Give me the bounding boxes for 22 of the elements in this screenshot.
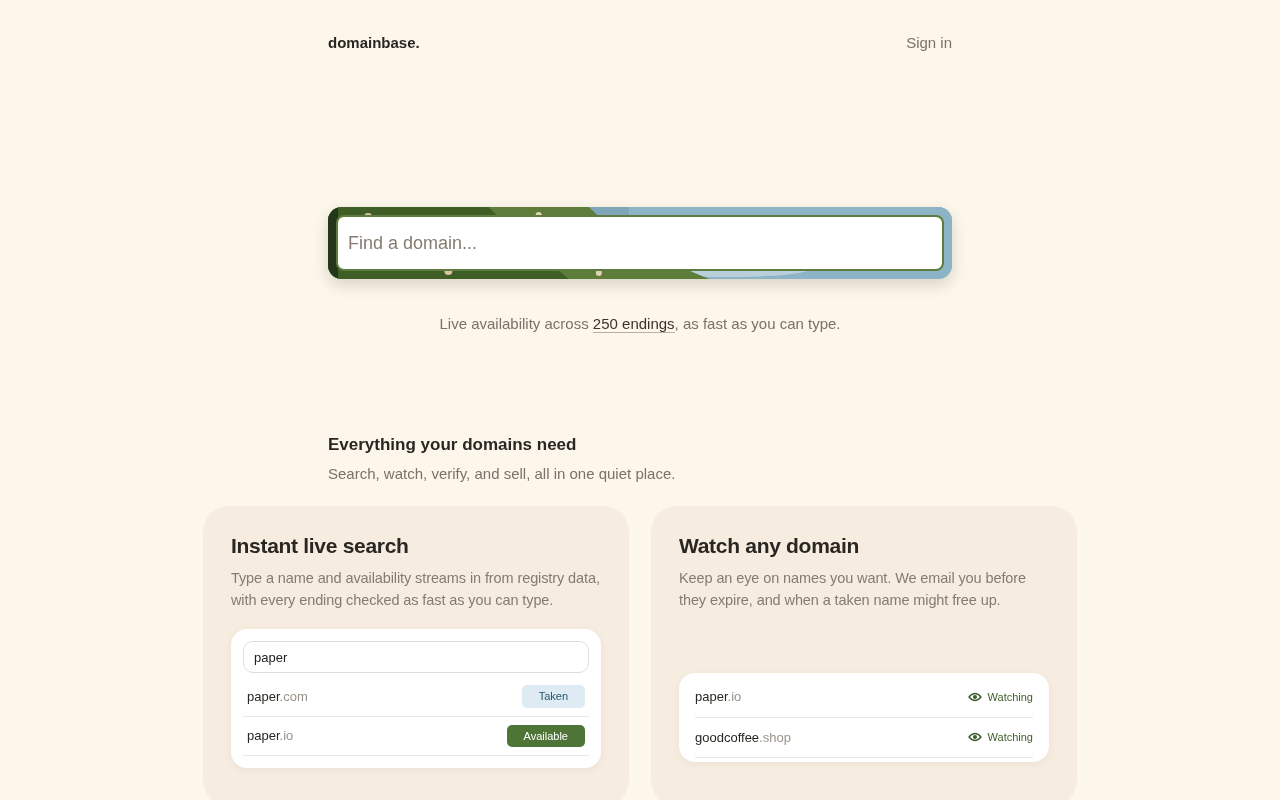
section-title: Everything your domains need xyxy=(328,433,578,456)
domain-name: goodcoffee.shop xyxy=(695,728,791,747)
domain-name: paper.com xyxy=(247,687,308,706)
query-field[interactable]: paper xyxy=(243,641,589,673)
endings-link[interactable]: 250 endings xyxy=(592,315,675,333)
eye-icon xyxy=(967,732,982,743)
card-title: Watch any domain xyxy=(679,532,860,559)
available-badge: Available xyxy=(506,724,585,747)
card-description: Keep an eye on names you want. We email you before they expire, and when a taken name might free up. xyxy=(679,569,1027,610)
domain-name: paper.io xyxy=(695,688,742,706)
domain-name: paper.io xyxy=(247,727,294,745)
eye-icon xyxy=(967,691,982,702)
card-description: Type a name and availability streams in from registry data, with every ending checked as fast as you can type. xyxy=(231,569,601,610)
taken-badge: Taken xyxy=(521,685,585,708)
watching-status: Watching xyxy=(987,689,1033,705)
card-title: Instant live search xyxy=(231,532,410,559)
watching-status: Watching xyxy=(987,730,1033,745)
domain-search-field[interactable]: Find a domain... xyxy=(336,215,944,271)
sign-in-link[interactable]: Sign in xyxy=(906,32,952,85)
logo[interactable]: domainbase. xyxy=(328,32,420,85)
section-subtitle: Search, watch, verify, and sell, all in one quiet place. xyxy=(328,464,677,484)
caption: Live availability across 250 endings, as fast as you can type. xyxy=(438,314,842,335)
